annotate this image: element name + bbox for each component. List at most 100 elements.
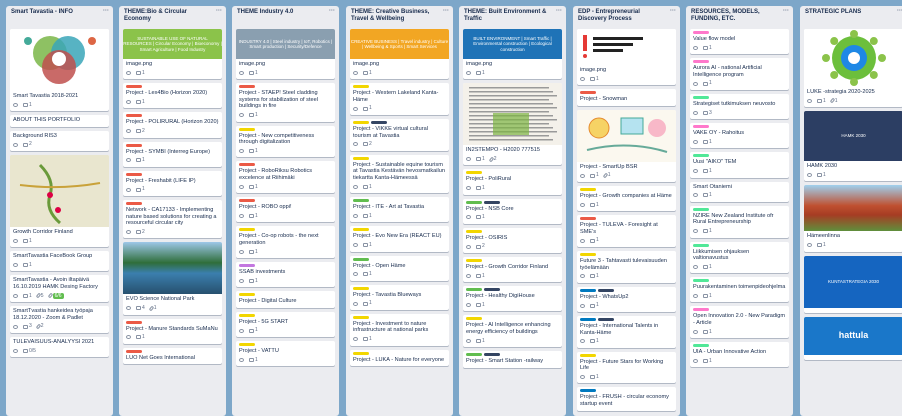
card[interactable]: Project - Evo New Era (REACT EU) 1: [350, 226, 449, 252]
card[interactable]: EVO Science National Park 4 1: [123, 242, 222, 315]
list-menu-icon[interactable]: ···: [443, 8, 449, 15]
card[interactable]: Project - New competitiveness through di…: [236, 125, 335, 158]
list-title[interactable]: THEME Industry 4.0: [237, 9, 293, 15]
card[interactable]: Future 3 - Tahtavasti tulevaisuuden työe…: [577, 250, 676, 283]
card[interactable]: Project - VATTU 1: [236, 341, 335, 367]
list-menu-icon[interactable]: ···: [556, 8, 562, 15]
card-label[interactable]: [126, 349, 142, 353]
card-label[interactable]: [693, 125, 709, 129]
card-label[interactable]: [580, 317, 596, 321]
card[interactable]: Value flow model 1: [690, 29, 789, 55]
card[interactable]: SmartTavastia FaceBook Group 1: [10, 251, 109, 272]
list-title[interactable]: STRATEGIC PLANS: [805, 9, 861, 15]
list-menu-icon[interactable]: ···: [670, 8, 676, 15]
card-label[interactable]: [353, 286, 369, 290]
card[interactable]: Project - TULEVA - Foresight at SME's 1: [577, 215, 676, 247]
card[interactable]: Project - NSB Core 1: [463, 198, 562, 224]
card[interactable]: Puurakentaminen toimenpideohjelma 1: [690, 277, 789, 303]
card[interactable]: Project - Snowman: [577, 89, 676, 106]
card-label[interactable]: [693, 308, 709, 312]
card[interactable]: Project - Smart Station -railway: [463, 351, 562, 368]
card[interactable]: Project - Healthy DigiHouse 1: [463, 286, 562, 312]
card-label[interactable]: [693, 279, 709, 283]
card[interactable]: Project - Freshabit (LIFE IP) 1: [123, 170, 222, 196]
card-label[interactable]: [353, 199, 369, 203]
list-title[interactable]: THEME: Creative Business, Travel & Wellb…: [351, 9, 429, 22]
card[interactable]: Project - International Talents in Kanta…: [577, 315, 676, 348]
card-label[interactable]: [371, 120, 387, 124]
card-label[interactable]: [126, 320, 142, 324]
card[interactable]: SmartTavastia - Avoin iltapäivä 16.10.20…: [10, 275, 109, 303]
card[interactable]: VAKE OY - Rahoitus 1: [690, 123, 789, 149]
card-label[interactable]: [353, 228, 369, 232]
card-label[interactable]: [239, 313, 255, 317]
card-label[interactable]: [693, 60, 709, 64]
card-label[interactable]: [466, 258, 482, 262]
card-label[interactable]: [693, 95, 709, 99]
card[interactable]: Project - Sustainable equine tourism at …: [350, 154, 449, 194]
card[interactable]: Project - POLIRURAL (Horizon 2020) 2: [123, 112, 222, 138]
card-label[interactable]: [126, 172, 142, 176]
card[interactable]: TULEVAISUUS-ANALYYSI 2021 0/5: [10, 336, 109, 358]
card[interactable]: Aurora AI - national Artificial Intellig…: [690, 58, 789, 90]
card[interactable]: Project - Manure Standards SuMaNu 1: [123, 318, 222, 344]
card-label[interactable]: [239, 163, 255, 167]
card-label[interactable]: [693, 31, 709, 34]
card[interactable]: NZIRE New Zealand Institute ofr Rural En…: [690, 205, 789, 238]
card[interactable]: HAMK 2030 HAMK 2030 1: [804, 111, 902, 182]
card[interactable]: Project - Growth Corridor Finland 1: [463, 256, 562, 283]
card[interactable]: Project - Growth companies at Häme 1: [577, 185, 676, 212]
card-label[interactable]: [693, 243, 709, 247]
card[interactable]: Strategiset tutkimuksen neuvosto 3: [690, 93, 789, 120]
card[interactable]: Project - AI Intelligence enhancing ener…: [463, 315, 562, 348]
card[interactable]: Project - PoliRural 1: [463, 169, 562, 195]
card-label[interactable]: [239, 293, 255, 297]
card[interactable]: INDUSTRY 4.0 | Steel industry | IoT, Rob…: [236, 29, 335, 80]
card[interactable]: SmartTvastia hankeidea työpaja 18.12.202…: [10, 306, 109, 333]
card-label[interactable]: [466, 229, 482, 233]
card-label[interactable]: [239, 343, 255, 347]
card[interactable]: Open Innovation 2.0 - New Paradigm - Art…: [690, 306, 789, 339]
card[interactable]: Project - WhatsUp2 1: [577, 286, 676, 312]
list-title[interactable]: EDP - Entrepreneurial Discovery Process: [578, 9, 640, 22]
card-label[interactable]: [353, 156, 369, 160]
card-label[interactable]: [466, 171, 482, 175]
list-menu-icon[interactable]: ···: [329, 8, 335, 15]
card-label[interactable]: [693, 154, 709, 158]
card[interactable]: Smart Tavastia 2018-2021 1: [10, 29, 109, 112]
list-title[interactable]: RESOURCES, MODELS, FUNDING, ETC.: [691, 9, 760, 22]
card-label[interactable]: [239, 228, 255, 232]
list-menu-icon[interactable]: ···: [897, 8, 902, 15]
card-label[interactable]: [126, 201, 142, 205]
card[interactable]: Project - FRUSH - circular economy start…: [577, 387, 676, 411]
card[interactable]: Liikkumisen ohjauksen valtionavustus 1: [690, 241, 789, 274]
card[interactable]: IN2STEMPO - H2020 777515 1 2: [463, 83, 562, 166]
card-label[interactable]: [466, 317, 482, 321]
card[interactable]: Project - Tavastia Blueways 1: [350, 284, 449, 310]
card[interactable]: hattula: [804, 316, 902, 360]
card[interactable]: Project - ROBO oppi! 1: [236, 197, 335, 223]
card-label[interactable]: [598, 288, 614, 292]
card-label[interactable]: [693, 207, 709, 211]
card-label[interactable]: [580, 187, 596, 191]
card[interactable]: Project - STAEP! Steel cladding systems …: [236, 83, 335, 122]
card[interactable]: Project - SmartUp BSR 1 1: [577, 109, 676, 182]
card-label[interactable]: [466, 353, 482, 357]
card[interactable]: Project - Future Stars for Working Life 1: [577, 351, 676, 384]
card-label[interactable]: [580, 217, 596, 221]
card-label[interactable]: [484, 200, 500, 204]
card[interactable]: Growth Corridor Finland 1: [10, 154, 109, 248]
card-label[interactable]: [239, 264, 255, 268]
card-label[interactable]: [580, 91, 596, 95]
card-label[interactable]: [598, 317, 614, 321]
card[interactable]: ABOUT THIS PORTFOLIO: [10, 115, 109, 127]
card[interactable]: SSAB investments 1: [236, 262, 335, 288]
card-label[interactable]: [484, 288, 500, 292]
list-title[interactable]: Smart Tavastia - INFO: [11, 9, 73, 15]
card-label[interactable]: [126, 114, 142, 118]
card-label[interactable]: [353, 257, 369, 261]
card-label[interactable]: [353, 85, 369, 89]
card[interactable]: Project - Lex4Bio (Horizon 2020) 1: [123, 83, 222, 109]
card[interactable]: Uusi "AIKO" TEM 1: [690, 152, 789, 178]
card-label[interactable]: [353, 315, 369, 319]
